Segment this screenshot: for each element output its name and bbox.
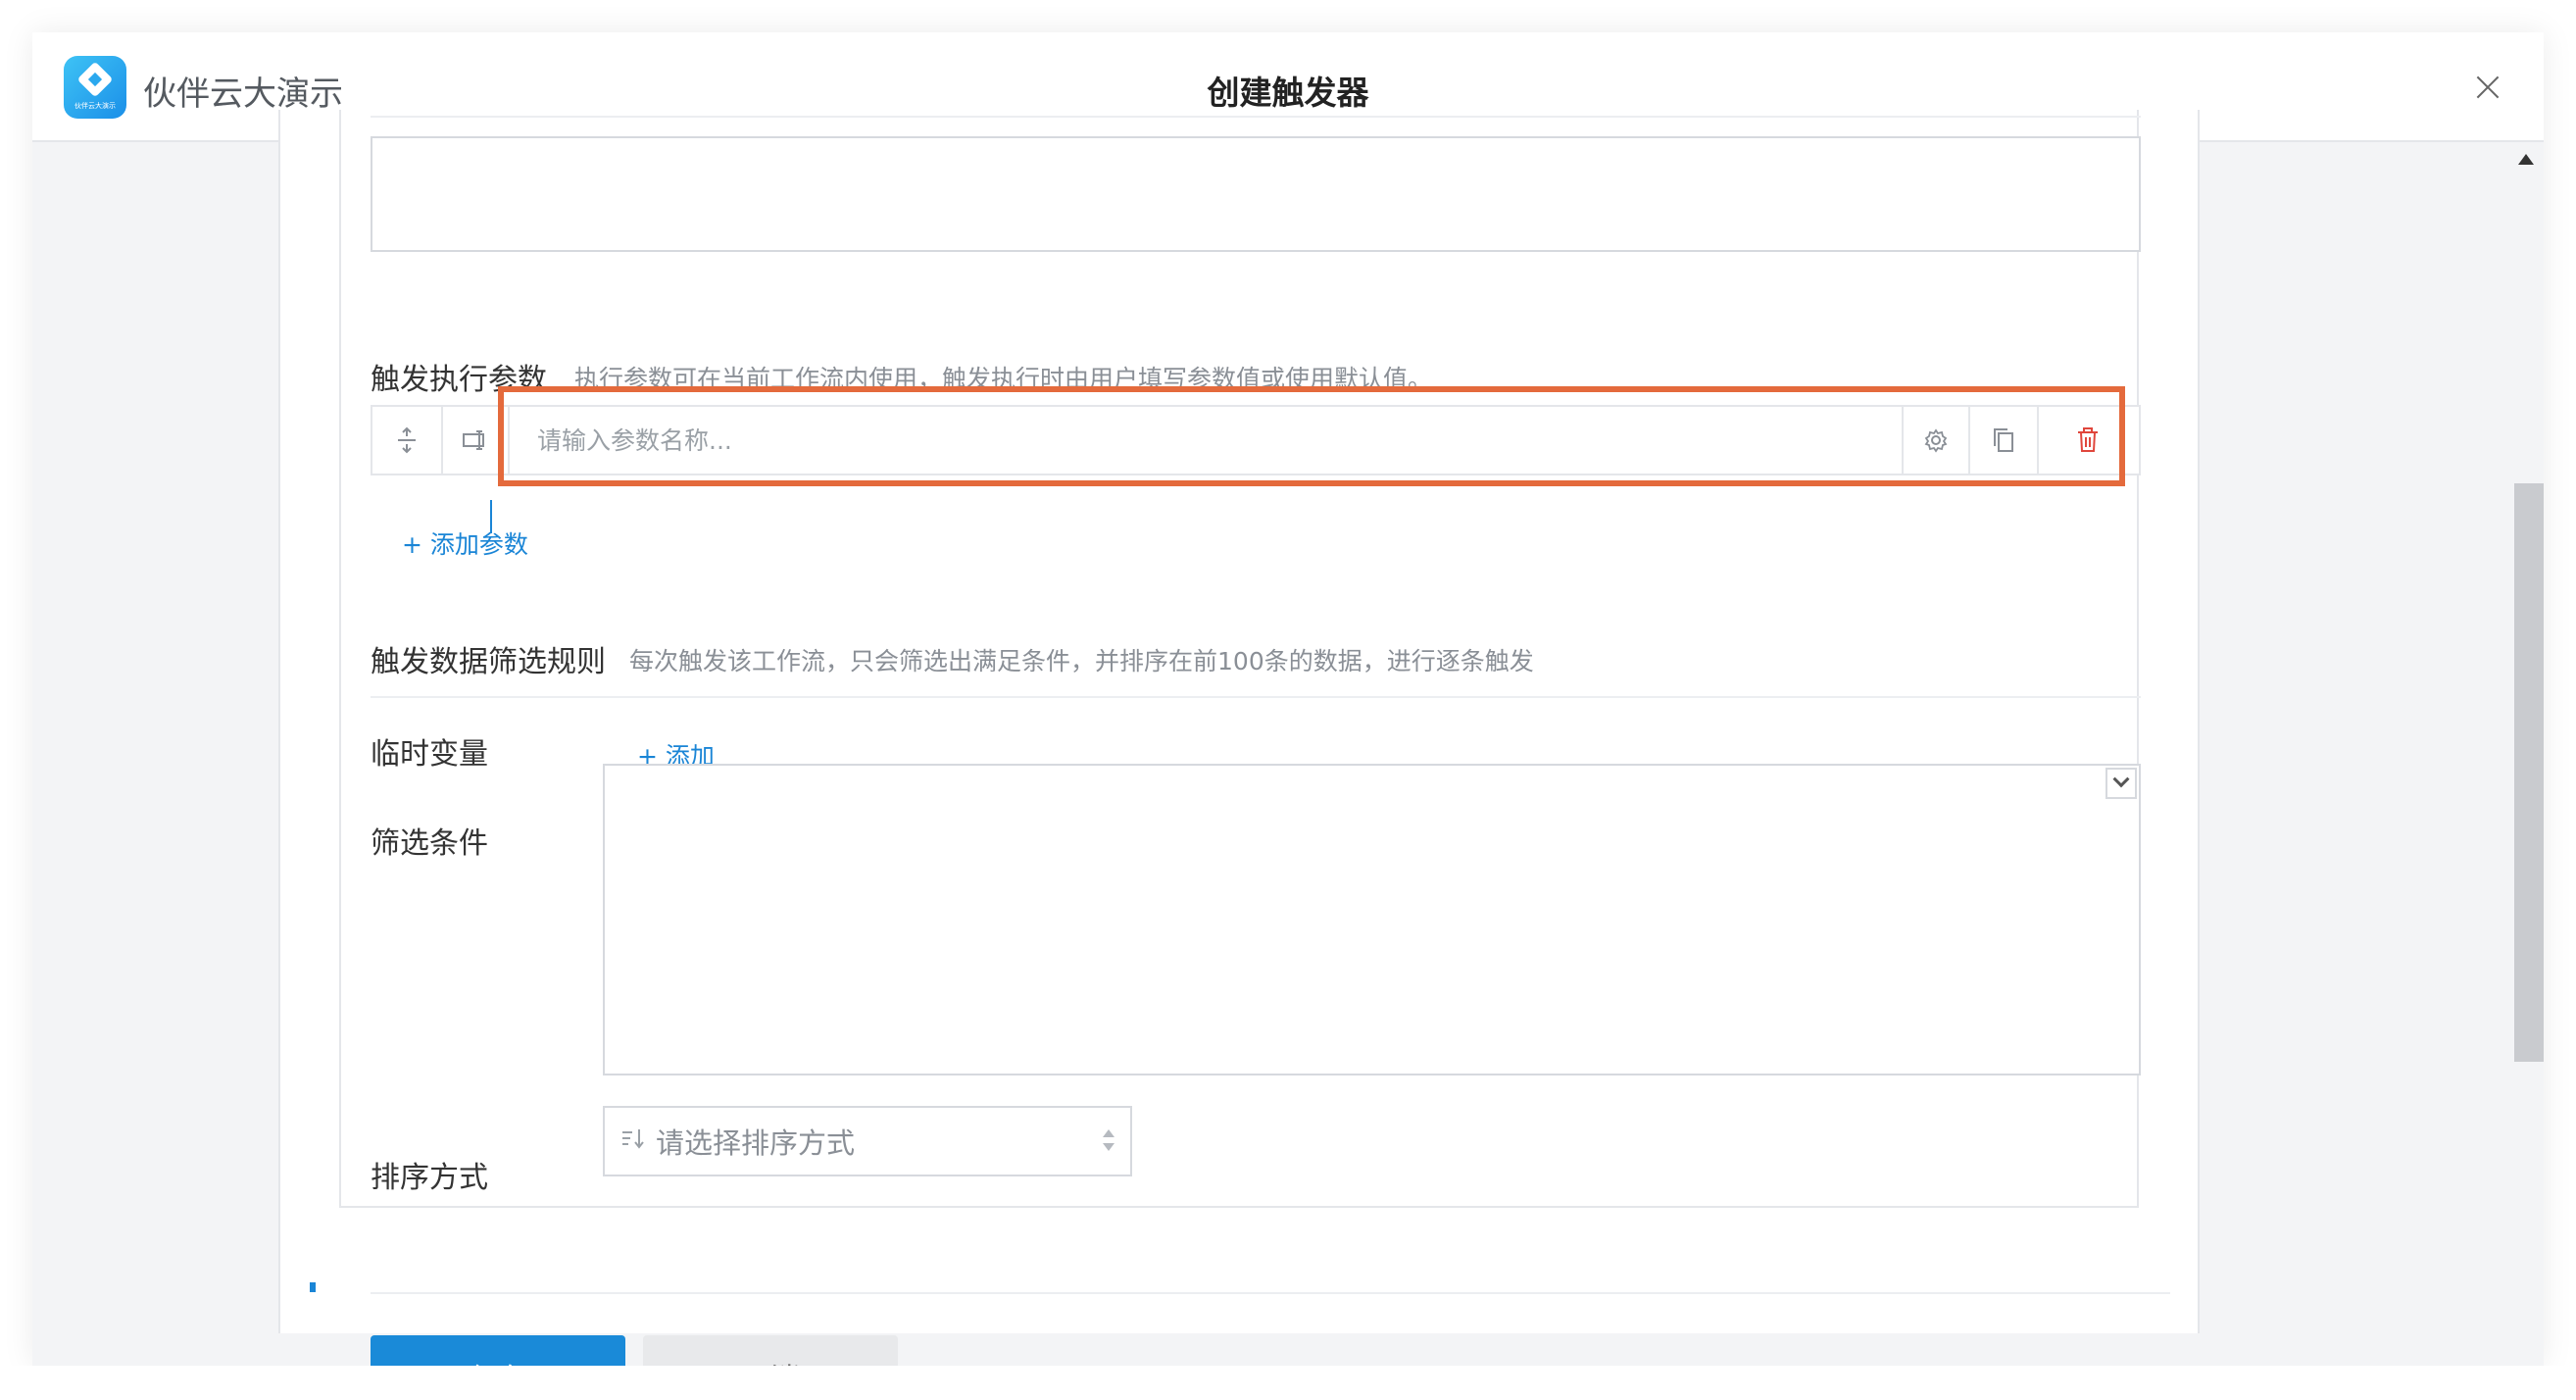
text-caret xyxy=(490,500,492,533)
trash-icon[interactable] xyxy=(2039,407,2137,474)
sort-placeholder: 请选择排序方式 xyxy=(656,1126,856,1160)
bottom-edge xyxy=(0,1366,2576,1400)
sort-select[interactable]: 请选择排序方式 xyxy=(603,1106,1132,1176)
filter-condition-box[interactable] xyxy=(603,764,2141,1075)
divider xyxy=(371,116,2141,118)
trigger-params-title: 触发执行参数 xyxy=(371,363,547,397)
add-param-link[interactable]: + 添加参数 xyxy=(402,525,528,561)
temp-var-label: 临时变量 xyxy=(371,737,488,772)
divider xyxy=(371,696,2141,698)
close-icon[interactable] xyxy=(2469,69,2506,106)
chevron-down-icon[interactable] xyxy=(2105,768,2137,799)
filter-rules-hint: 每次触发该工作流，只会筛选出满足条件，并排序在前100条的数据，进行逐条触发 xyxy=(629,647,1534,675)
marker xyxy=(310,1282,316,1292)
gear-icon[interactable] xyxy=(1902,407,1970,474)
scroll-thumb[interactable] xyxy=(2514,483,2544,1062)
filter-condition-label: 筛选条件 xyxy=(371,826,488,861)
sort-icon xyxy=(620,1126,646,1156)
footer-divider xyxy=(371,1292,2170,1294)
description-textarea[interactable] xyxy=(371,136,2141,252)
dialog-title: 创建触发器 xyxy=(1207,74,1369,112)
sort-label: 排序方式 xyxy=(371,1161,488,1195)
scroll-up-arrow-icon[interactable] xyxy=(2518,154,2534,165)
drag-handle-icon[interactable] xyxy=(372,407,443,474)
param-row xyxy=(371,405,2141,475)
trigger-params-hint: 执行参数可在当前工作流内使用，触发执行时由用户填写参数值或使用默认值。 xyxy=(574,365,1433,393)
copy-icon[interactable] xyxy=(1970,407,2039,474)
vertical-scrollbar[interactable] xyxy=(2510,142,2544,1366)
param-name-input[interactable] xyxy=(510,407,1902,474)
filter-rules-title: 触发数据筛选规则 xyxy=(371,645,606,679)
param-type-icon[interactable] xyxy=(443,407,510,474)
select-arrows-icon xyxy=(1103,1125,1115,1159)
